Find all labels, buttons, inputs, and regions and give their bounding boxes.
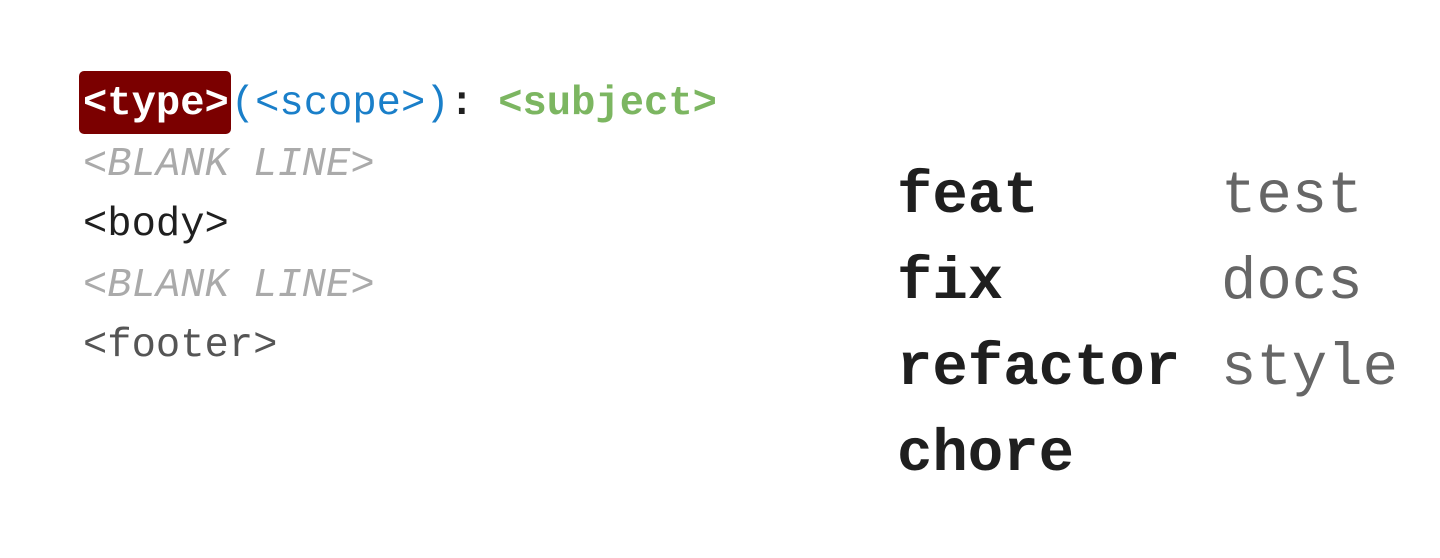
- footer-placeholder: <footer>: [83, 323, 278, 369]
- type-test: test: [1221, 163, 1363, 230]
- commit-types-list: feat test fix docs refactor style chore: [897, 154, 1421, 498]
- type-placeholder: <type>: [79, 71, 231, 134]
- scope-placeholder: (<scope>): [230, 81, 450, 127]
- header-colon: :: [449, 81, 499, 127]
- type-docs: docs: [1221, 249, 1363, 316]
- blank-line-2: <BLANK LINE>: [83, 262, 375, 309]
- blank-line-1: <BLANK LINE>: [83, 141, 375, 188]
- subject-placeholder: <subject>: [498, 81, 717, 127]
- header-line: <type>(<scope>): <subject>: [79, 71, 717, 135]
- type-chore: chore: [897, 421, 1075, 488]
- commit-message-format: <type>(<scope>): <subject> <BLANK LINE> …: [79, 71, 717, 377]
- body-placeholder: <body>: [83, 202, 229, 248]
- type-refactor: refactor: [897, 335, 1181, 402]
- type-style: style: [1221, 335, 1399, 402]
- type-fix: fix: [897, 249, 1004, 316]
- type-feat: feat: [897, 163, 1039, 230]
- empty-cell: [1221, 412, 1421, 498]
